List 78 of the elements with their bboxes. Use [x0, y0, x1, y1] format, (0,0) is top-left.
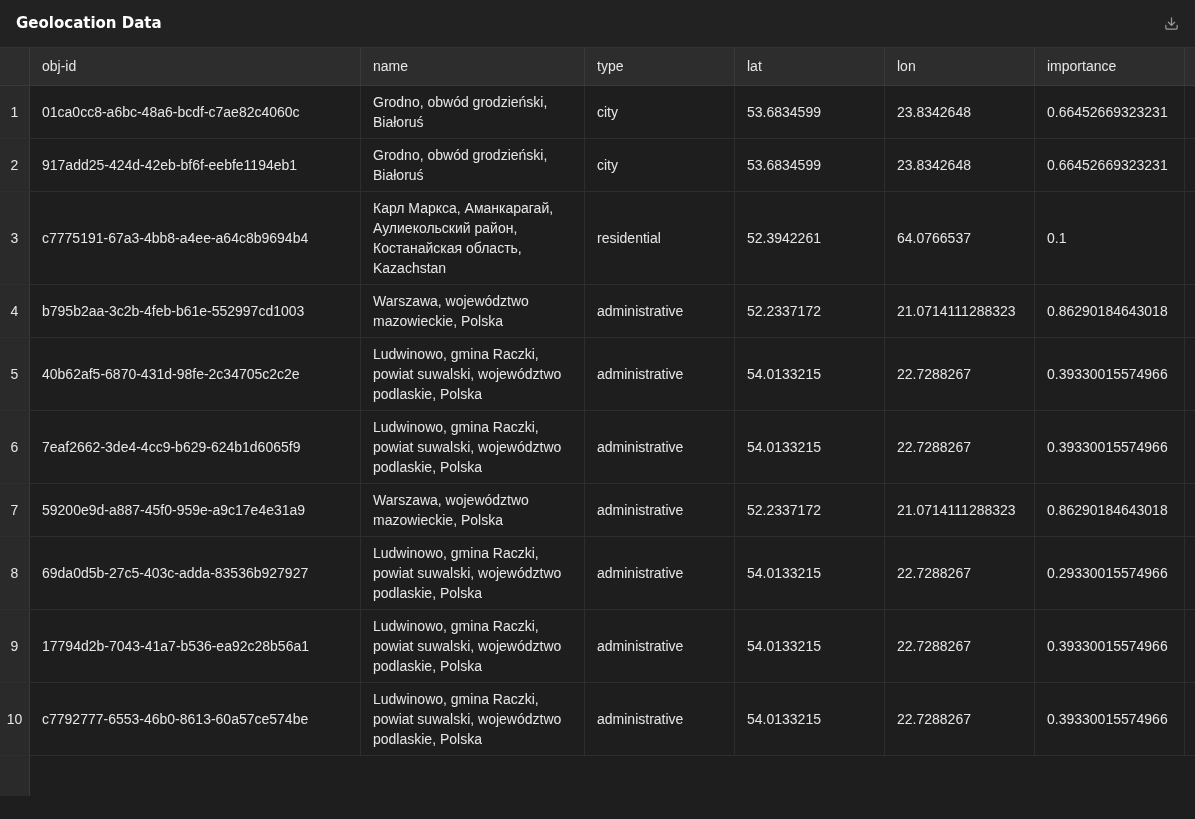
table-cell-text: 52.3942261	[747, 229, 821, 248]
table-cell-text: 01ca0cc8-a6bc-48a6-bcdf-c7ae82c4060c	[42, 103, 300, 122]
table-cell-text: city	[597, 103, 618, 122]
table-cell-text: 23.8342648	[897, 103, 971, 122]
row-number: 5	[0, 338, 30, 410]
row-number: 4	[0, 285, 30, 337]
table-cell-text: 52.2337172	[747, 501, 821, 520]
row-number: 1	[0, 86, 30, 138]
table-cell-text: administrative	[597, 302, 684, 321]
table-cell-text: 7eaf2662-3de4-4cc9-b629-624b1d6065f9	[42, 438, 301, 457]
table-cell-text: Grodno, obwód grodzieński, Białoruś	[373, 93, 549, 132]
table-cell-text: 0.29330015574966	[1047, 564, 1168, 583]
table-cell-text: 52.2337172	[747, 302, 821, 321]
table-cell-text: 53.6834599	[747, 156, 821, 175]
table-cell-text: residential	[597, 229, 661, 248]
table-cell-text: 54.0133215	[747, 637, 821, 656]
column-header[interactable]: name	[373, 56, 409, 77]
table-cell-text: administrative	[597, 438, 684, 457]
table-cell-text: Ludwinowo, gmina Raczki, powiat suwalski, województwo podlaskie, Polska	[373, 418, 563, 477]
table-cell-text: 0.66452669323231	[1047, 156, 1168, 175]
table-cell-text: Ludwinowo, gmina Raczki, powiat suwalski, województwo podlaskie, Polska	[373, 544, 563, 603]
column-header[interactable]: type	[597, 56, 624, 77]
table-cell-text: 59200e9d-a887-45f0-959e-a9c17e4e31a9	[42, 501, 306, 520]
table-cell-text: 22.7288267	[897, 637, 971, 656]
table-cell-text: Ludwinowo, gmina Raczki, powiat suwalski, województwo podlaskie, Polska	[373, 345, 563, 404]
table-cell-text: Ludwinowo, gmina Raczki, powiat suwalski, województwo podlaskie, Polska	[373, 617, 563, 676]
table-cell-text: 0.66452669323231	[1047, 103, 1168, 122]
table-cell-text: 22.7288267	[897, 710, 971, 729]
table-cell-text: 917add25-424d-42eb-bf6f-eebfe1194eb1	[42, 156, 298, 175]
table-cell-text: Warszawa, województwo mazowieckie, Polska	[373, 491, 530, 530]
table-cell-text: 54.0133215	[747, 710, 821, 729]
column-header[interactable]: lon	[897, 56, 916, 77]
table-cell-text: 23.8342648	[897, 156, 971, 175]
table-cell-text: administrative	[597, 365, 684, 384]
row-number: 10	[0, 683, 30, 755]
column-header[interactable]: obj-id	[42, 56, 77, 77]
table-cell-text: 40b62af5-6870-431d-98fe-2c34705c2c2e	[42, 365, 300, 384]
row-number: 9	[0, 610, 30, 682]
table-cell-text: 22.7288267	[897, 365, 971, 384]
table-cell-text: 22.7288267	[897, 564, 971, 583]
row-number: 8	[0, 537, 30, 609]
row-number: 7	[0, 484, 30, 536]
table-cell-text: 0.39330015574966	[1047, 438, 1168, 457]
table-cell-text: 0.86290184643018	[1047, 501, 1168, 520]
table-cell-text: Ludwinowo, gmina Raczki, powiat suwalski, województwo podlaskie, Polska	[373, 690, 563, 749]
table-cell-text: 0.39330015574966	[1047, 365, 1168, 384]
row-number: 2	[0, 139, 30, 191]
table-cell-text: 22.7288267	[897, 438, 971, 457]
table-cell-text: Grodno, obwód grodzieński, Białoruś	[373, 146, 549, 185]
table-cell-text: 21.0714111288323	[897, 302, 1016, 321]
table-cell-text: Карл Маркса, Аманкарагай, Аулиекольский район, Костанайская область, Kazachstan	[373, 199, 555, 278]
row-number: 3	[0, 192, 30, 284]
table-cell-text: administrative	[597, 501, 684, 520]
table-cell-text: 17794d2b-7043-41a7-b536-ea92c28b56a1	[42, 637, 310, 656]
table-cell-text: administrative	[597, 564, 684, 583]
table-cell-text: administrative	[597, 710, 684, 729]
row-number: 6	[0, 411, 30, 483]
table-cell-text: 0.1	[1047, 229, 1067, 248]
table-cell-text: Warszawa, województwo mazowieckie, Polska	[373, 292, 530, 331]
table-cell-text: 0.39330015574966	[1047, 710, 1168, 729]
table-cell-text: 64.0766537	[897, 229, 971, 248]
table-cell-text: b795b2aa-3c2b-4feb-b61e-552997cd1003	[42, 302, 305, 321]
table-cell-text: 53.6834599	[747, 103, 821, 122]
table-cell-text: 0.86290184643018	[1047, 302, 1168, 321]
table-cell-text: 21.0714111288323	[897, 501, 1016, 520]
table-cell-text: 0.39330015574966	[1047, 637, 1168, 656]
panel-title: Geolocation Data	[16, 13, 162, 35]
table-cell-text: city	[597, 156, 618, 175]
table-cell-text: c7775191-67a3-4bb8-a4ee-a64c8b9694b4	[42, 229, 309, 248]
table-cell-text: 54.0133215	[747, 564, 821, 583]
table-cell-text: 54.0133215	[747, 365, 821, 384]
table-cell-text: administrative	[597, 637, 684, 656]
download-icon[interactable]	[1164, 16, 1179, 31]
table-cell-text: 69da0d5b-27c5-403c-adda-83536b927927	[42, 564, 309, 583]
table-cell-text: 54.0133215	[747, 438, 821, 457]
column-header[interactable]: lat	[747, 56, 762, 77]
column-header[interactable]: importance	[1047, 56, 1117, 77]
table-cell-text: c7792777-6553-46b0-8613-60a57ce574be	[42, 710, 309, 729]
